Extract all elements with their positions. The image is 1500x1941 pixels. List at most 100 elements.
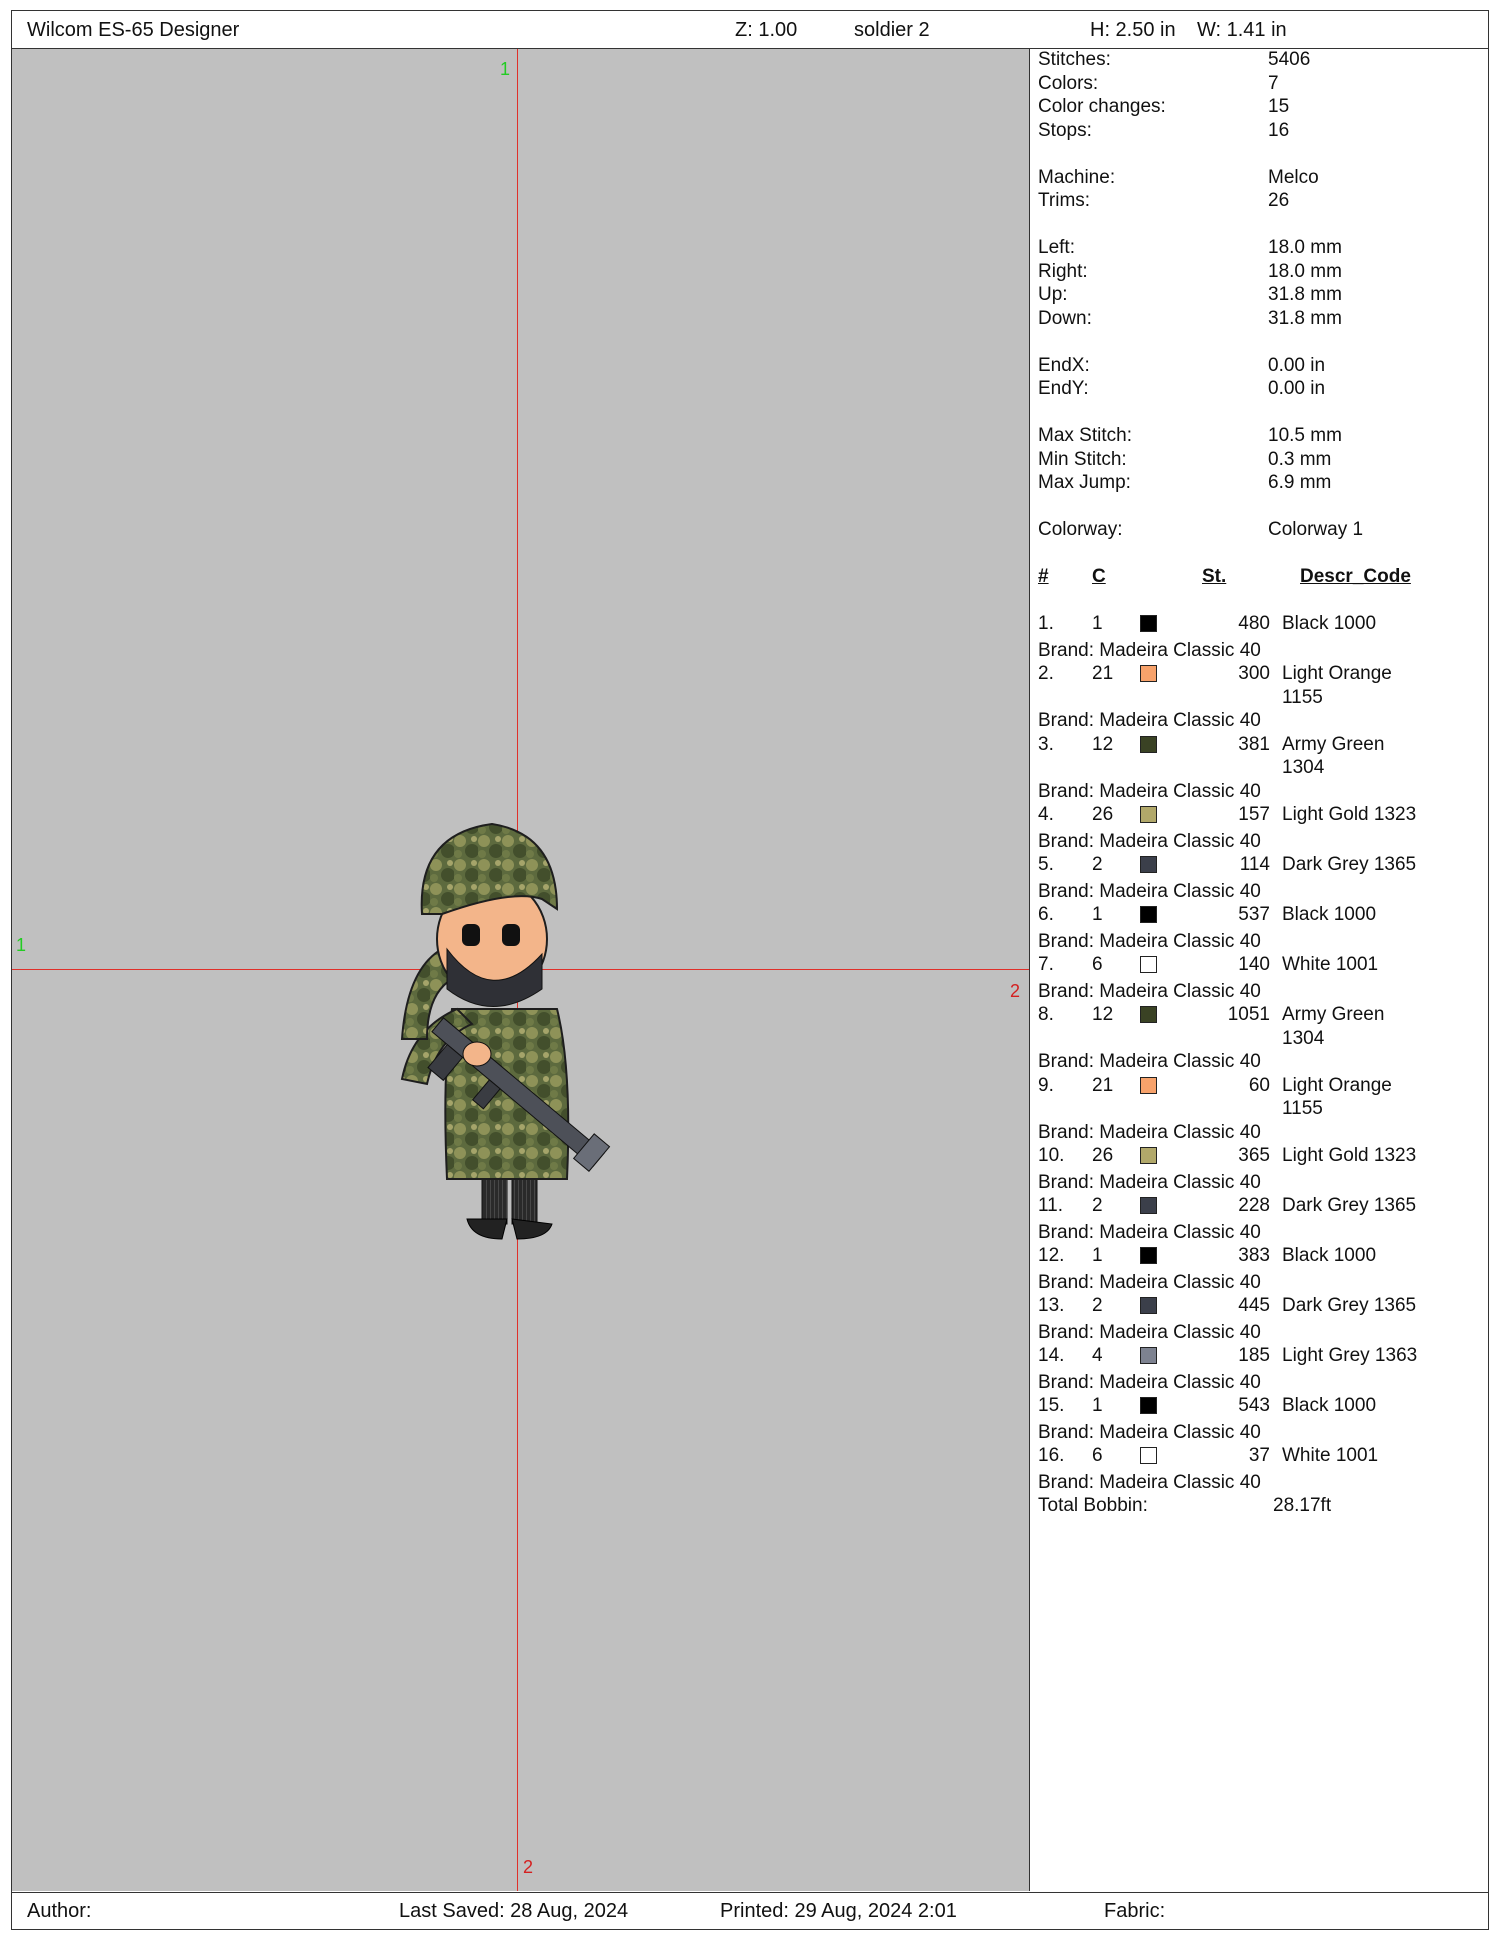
row-description: Light Orange 1155 [1282, 663, 1392, 708]
row-stitches: 383 [1238, 1245, 1270, 1266]
row-stitches: 537 [1238, 904, 1270, 925]
stat-row: Down: 31.8 mm [1038, 307, 1478, 331]
row-stitches: 228 [1238, 1195, 1270, 1216]
row-color-code: 1 [1092, 904, 1103, 925]
table-row: 5. 2 114 Dark Grey 1365 [1038, 853, 1478, 880]
stat-value: 7 [1268, 72, 1279, 94]
row-brand: Brand: Madeira Classic 40 [1038, 1051, 1261, 1072]
table-row: 10. 26 365 Light Gold 1323 [1038, 1144, 1478, 1171]
stat-value: 31.8 mm [1268, 284, 1342, 305]
row-description: White 1001 [1282, 1445, 1379, 1466]
row-description: Black 1000 [1282, 1245, 1377, 1266]
row-color-code: 26 [1092, 1145, 1114, 1166]
design-height: H: 2.50 in [1090, 19, 1176, 41]
stat-row: Max Stitch: 10.5 mm [1038, 424, 1478, 448]
design-canvas[interactable]: 1 2 1 2 [12, 49, 1030, 1891]
row-color-code: 1 [1092, 613, 1103, 634]
stat-value: Colorway 1 [1268, 519, 1364, 540]
header-bar: Wilcom ES-65 Designer Z: 1.00 soldier 2 … [12, 11, 1488, 49]
row-index: 12. [1038, 1245, 1065, 1266]
stat-row: Left: 18.0 mm [1038, 236, 1478, 260]
row-brand: Brand: Madeira Classic 40 [1038, 1371, 1261, 1393]
row-brand: Brand: Madeira Classic 40 [1038, 780, 1261, 802]
row-description: White 1001 [1282, 954, 1379, 975]
stat-value: 18.0 mm [1268, 237, 1342, 258]
color-swatch [1140, 1397, 1157, 1414]
row-color-code: 26 [1092, 804, 1114, 825]
stat-row: Colorway: Colorway 1 [1038, 518, 1478, 542]
stat-value: 10.5 mm [1268, 425, 1342, 446]
row-description: Dark Grey 1365 [1282, 854, 1417, 875]
row-brand: Brand: Madeira Classic 40 [1038, 1171, 1261, 1193]
row-stitches: 140 [1238, 954, 1270, 975]
stat-value: 5406 [1268, 49, 1311, 70]
row-stitches: 37 [1248, 1445, 1270, 1466]
stat-label: Min Stitch: [1038, 448, 1127, 470]
color-swatch [1140, 806, 1157, 823]
color-swatch [1140, 1347, 1157, 1364]
row-stitches: 1051 [1227, 1004, 1270, 1025]
stat-label: Machine: [1038, 166, 1116, 188]
stat-value: Melco [1268, 166, 1319, 188]
row-color-code: 21 [1092, 663, 1114, 684]
table-row: 11. 2 228 Dark Grey 1365 [1038, 1194, 1478, 1221]
author-field: Author: [27, 1900, 92, 1922]
stat-value: 31.8 mm [1268, 307, 1342, 329]
stat-row: EndY: 0.00 in [1038, 377, 1478, 401]
row-brand: Brand: Madeira Classic 40 [1038, 880, 1261, 902]
stat-row: Min Stitch: 0.3 mm [1038, 448, 1478, 472]
row-color-code: 1 [1092, 1245, 1103, 1266]
stat-value: 0.00 in [1268, 354, 1326, 376]
stat-label: Max Jump: [1038, 472, 1131, 493]
stat-label: Colors: [1038, 72, 1099, 94]
color-swatch [1140, 1147, 1157, 1164]
stat-row: Right: 18.0 mm [1038, 260, 1478, 284]
table-row: 12. 1 383 Black 1000 [1038, 1244, 1478, 1271]
col-color-header: C [1092, 566, 1106, 587]
color-swatch [1140, 1297, 1157, 1314]
stat-row: EndX: 0.00 in [1038, 354, 1478, 378]
stat-value: 0.00 in [1268, 378, 1326, 399]
stat-row: Colors: 7 [1038, 72, 1478, 96]
row-description: Dark Grey 1365 [1282, 1295, 1417, 1316]
row-description: Light Orange 1155 [1282, 1074, 1392, 1120]
zoom-level: Z: 1.00 [735, 19, 798, 41]
horizontal-guide-left-label: 1 [16, 935, 27, 955]
color-swatch [1140, 1076, 1157, 1094]
row-stitches: 543 [1238, 1395, 1270, 1416]
row-brand: Brand: Madeira Classic 40 [1038, 1121, 1261, 1143]
printed-field: Printed: 29 Aug, 2024 2:01 [720, 1900, 957, 1922]
design-name: soldier 2 [854, 19, 930, 41]
row-brand: Brand: Madeira Classic 40 [1038, 710, 1261, 731]
row-description: Black 1000 [1282, 1395, 1377, 1416]
color-swatch [1140, 1447, 1157, 1464]
table-row: 3. 12 381 Army Green 1304 [1038, 733, 1478, 780]
color-swatch [1140, 1006, 1157, 1023]
design-width: W: 1.41 in [1197, 19, 1287, 41]
table-row: 7. 6 140 White 1001 [1038, 953, 1478, 980]
row-index: 6. [1038, 904, 1054, 925]
row-color-code: 6 [1092, 1445, 1103, 1466]
table-row: 2. 21 300 Light Orange 1155 [1038, 662, 1478, 709]
row-index: 15. [1038, 1395, 1065, 1416]
row-brand: Brand: Madeira Classic 40 [1038, 980, 1261, 1002]
row-color-code: 21 [1092, 1074, 1114, 1096]
table-row: 14. 4 185 Light Grey 1363 [1038, 1344, 1478, 1371]
last-saved-field: Last Saved: 28 Aug, 2024 [399, 1900, 629, 1922]
col-stitches-header: St. [1202, 566, 1227, 587]
vertical-guide-top-label: 1 [500, 59, 511, 79]
table-row: 8. 12 1051 Army Green 1304 [1038, 1003, 1478, 1050]
row-index: 10. [1038, 1145, 1065, 1166]
color-swatch [1140, 1197, 1157, 1214]
table-row: 9. 21 60 Light Orange 1155 [1038, 1074, 1478, 1121]
stat-row: Trims: 26 [1038, 189, 1478, 213]
total-bobbin-value: 28.17ft [1273, 1495, 1332, 1516]
footer-bar: Author: Last Saved: 28 Aug, 2024 Printed… [12, 1892, 1488, 1930]
row-color-code: 12 [1092, 733, 1114, 755]
stat-row: Stitches: 5406 [1038, 48, 1478, 72]
row-description: Army Green 1304 [1282, 733, 1385, 779]
row-stitches: 445 [1238, 1295, 1270, 1316]
table-row: 1. 1 480 Black 1000 [1038, 612, 1478, 639]
